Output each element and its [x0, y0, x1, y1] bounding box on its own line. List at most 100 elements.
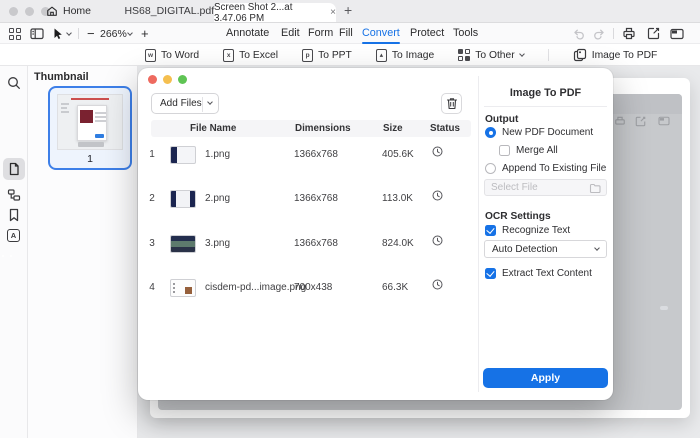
file-name: cisdem-pd...image.png: [205, 279, 306, 297]
minimize-window-button[interactable]: [25, 7, 34, 16]
search-icon: [7, 76, 21, 90]
menu-fill[interactable]: Fill: [339, 23, 353, 44]
extract-text-label: Extract Text Content: [502, 268, 592, 279]
to-image-button[interactable]: ▴ To Image: [376, 49, 434, 62]
layout-view-button[interactable]: [670, 23, 684, 44]
select-tool-button[interactable]: [53, 23, 71, 44]
zoom-dropdown-button[interactable]: [128, 23, 132, 44]
share-button[interactable]: [647, 23, 660, 44]
image-to-pdf-icon: [573, 48, 587, 62]
tab-close-icon[interactable]: ×: [330, 8, 336, 18]
home-icon: [46, 5, 58, 17]
annotation-panel-button[interactable]: A: [7, 229, 21, 243]
zoom-in-button[interactable]: +: [141, 23, 149, 44]
ai-assistant-button[interactable]: [7, 250, 21, 264]
to-other-button[interactable]: To Other: [458, 49, 524, 61]
status-pending-icon: [432, 235, 443, 253]
file-dimensions: 1366x768: [294, 235, 338, 253]
row-index: 2: [144, 190, 160, 208]
table-row[interactable]: 1 1.png 1366x768 405.6K: [138, 146, 478, 164]
menu-edit[interactable]: Edit: [281, 23, 300, 44]
cursor-icon: [53, 28, 63, 40]
word-file-icon: w: [145, 49, 156, 62]
file-thumbnail: [170, 190, 196, 208]
recognize-text-label: Recognize Text: [502, 225, 570, 236]
dialog-minimize-button[interactable]: [163, 75, 172, 84]
thumbnail-panel: Thumbnail 1: [28, 66, 138, 438]
to-word-button[interactable]: w To Word: [145, 49, 199, 62]
select-file-placeholder: Select File: [491, 182, 538, 193]
dialog-zoom-button[interactable]: [178, 75, 187, 84]
close-window-button[interactable]: [9, 7, 18, 16]
checkbox-checked-icon: [485, 268, 496, 279]
row-index: 4: [144, 279, 160, 297]
status-pending-icon: [432, 146, 443, 164]
grid-view-button[interactable]: [9, 23, 21, 44]
output-section-label: Output: [485, 114, 518, 125]
zoom-out-button[interactable]: −: [87, 23, 95, 44]
radio-new-pdf-label: New PDF Document: [502, 127, 593, 138]
to-ppt-button[interactable]: p To PPT: [302, 49, 352, 62]
undo-button[interactable]: [572, 23, 585, 44]
radio-new-pdf-document[interactable]: New PDF Document: [485, 127, 593, 138]
language-detection-select[interactable]: Auto Detection: [484, 240, 607, 258]
printer-icon: [622, 27, 636, 40]
page-organize-button[interactable]: [7, 188, 21, 202]
to-excel-button[interactable]: x To Excel: [223, 49, 278, 62]
checkbox-merge-all[interactable]: Merge All: [499, 145, 558, 156]
chevron-down-icon: [594, 245, 600, 251]
file-name: 3.png: [205, 235, 230, 253]
table-row[interactable]: 3 3.png 1366x768 824.0K: [138, 235, 478, 253]
image-to-pdf-dialog: Add Files File Name Dimensions Size Stat…: [138, 68, 613, 400]
app-window: Home HS68_DIGITAL.pdf_Copy Screen Shot 2…: [0, 0, 700, 438]
dialog-close-button[interactable]: [148, 75, 157, 84]
row-index: 3: [144, 235, 160, 253]
add-files-label: Add Files: [152, 98, 202, 109]
redo-button[interactable]: [593, 23, 606, 44]
search-button[interactable]: [7, 76, 21, 90]
table-row[interactable]: 2 2.png 1366x768 113.0K: [138, 190, 478, 208]
other-formats-icon: [458, 49, 470, 61]
menu-form[interactable]: Form: [308, 23, 333, 44]
add-files-divider: [202, 97, 203, 112]
page-icon: [7, 162, 21, 176]
print-button[interactable]: [622, 23, 636, 44]
language-detection-value: Auto Detection: [492, 244, 558, 255]
image-to-pdf-button[interactable]: Image To PDF: [573, 48, 658, 62]
previous-page-button[interactable]: [10, 432, 24, 438]
titlebar: Home HS68_DIGITAL.pdf_Copy Screen Shot 2…: [0, 0, 700, 23]
sidebar-toggle-button[interactable]: [30, 23, 44, 44]
tab-home-label: Home: [63, 5, 91, 17]
toolbar-divider: [613, 28, 614, 39]
bookmark-panel-button[interactable]: [7, 208, 21, 222]
checkbox-recognize-text[interactable]: Recognize Text: [485, 225, 570, 236]
menu-protect[interactable]: Protect: [410, 23, 444, 44]
status-pending-icon: [432, 190, 443, 208]
delete-files-button[interactable]: [441, 93, 462, 114]
tab-home[interactable]: Home: [46, 0, 91, 22]
table-row[interactable]: 4 cisdem-pd...image.png 700x438 66.3K: [138, 279, 478, 297]
apply-button[interactable]: Apply: [483, 368, 608, 388]
menu-convert[interactable]: Convert: [362, 23, 400, 44]
menu-annotate[interactable]: Annotate: [226, 23, 269, 44]
chevron-down-icon: [519, 51, 525, 57]
thumbnail-page-number: 1: [50, 153, 130, 165]
image-file-icon: ▴: [376, 49, 387, 62]
radio-append-existing[interactable]: Append To Existing File: [485, 163, 606, 174]
panel-title-divider: [484, 106, 607, 107]
select-file-input[interactable]: Select File: [484, 179, 607, 196]
column-status: Status: [430, 120, 460, 137]
thumbnail-panel-title: Thumbnail: [34, 71, 89, 83]
new-tab-button[interactable]: +: [344, 2, 352, 18]
append-label: Append To Existing File: [502, 163, 606, 174]
thumbnail-panel-button[interactable]: [7, 162, 21, 176]
checkbox-extract-text[interactable]: Extract Text Content: [485, 268, 592, 279]
add-files-button[interactable]: Add Files: [151, 93, 219, 114]
zoom-level-value[interactable]: 266%: [100, 23, 127, 44]
file-name: 1.png: [205, 146, 230, 164]
page-thumbnail-selected[interactable]: 1: [48, 86, 132, 170]
menu-tools[interactable]: Tools: [453, 23, 478, 44]
tab-active-document[interactable]: Screen Shot 2...at 3.47.06 PM ×: [214, 3, 336, 22]
file-size: 405.6K: [382, 146, 414, 164]
annotation-icon: A: [7, 229, 20, 242]
